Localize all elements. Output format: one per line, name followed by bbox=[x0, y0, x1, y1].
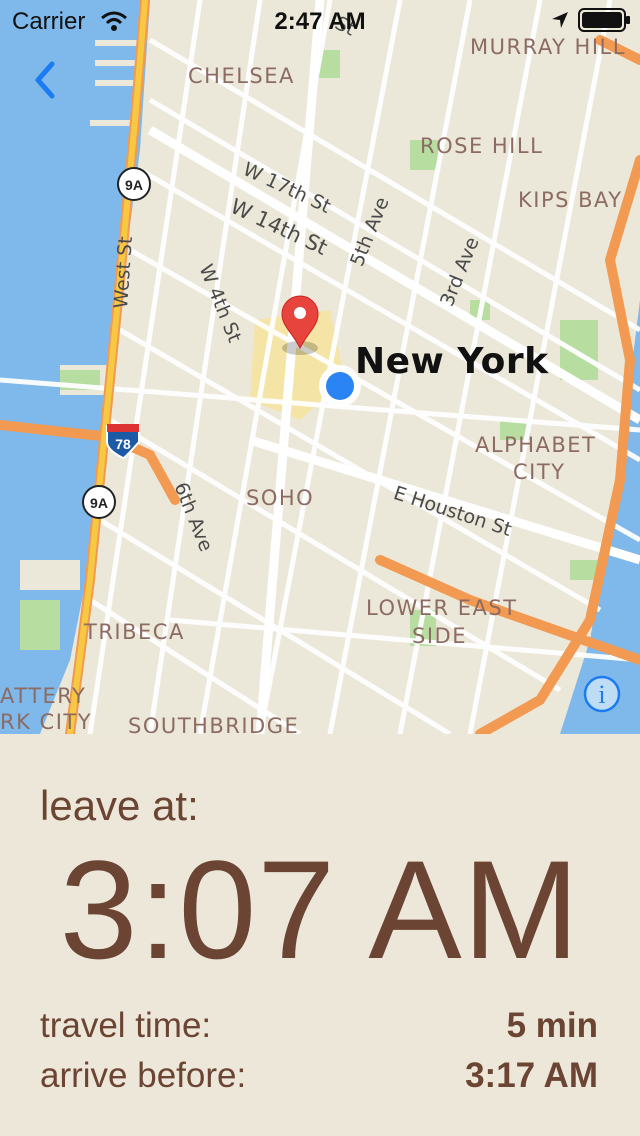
map-label-kips-bay: KIPS BAY bbox=[518, 188, 623, 212]
travel-time-value: 5 min bbox=[506, 1006, 598, 1045]
map-label-park-city: RK CITY bbox=[0, 710, 93, 734]
location-arrow-icon bbox=[552, 12, 568, 28]
map-label-city: CITY bbox=[513, 460, 566, 484]
back-button[interactable] bbox=[30, 58, 60, 102]
route-shield-9a-south-label: 9A bbox=[90, 495, 108, 511]
travel-time-label: travel time: bbox=[40, 1006, 212, 1045]
interstate-78-label: 78 bbox=[115, 436, 131, 452]
status-time: 2:47 AM bbox=[274, 8, 366, 35]
status-bar: Carrier 2:47 AM bbox=[0, 0, 640, 40]
map-label-rose-hill: ROSE HILL bbox=[420, 134, 544, 158]
map-view[interactable]: MURRAY HILL CHELSEA ROSE HILL KIPS BAY A… bbox=[0, 0, 640, 734]
route-shield-9a-north-label: 9A bbox=[125, 177, 143, 193]
city-label: New York bbox=[355, 341, 549, 382]
map-label-southbridge: SOUTHBRIDGE bbox=[128, 714, 300, 735]
route-shield-9a-south: 9A bbox=[82, 485, 116, 519]
leave-at-label: leave at: bbox=[40, 782, 199, 829]
map-label-lower-east: LOWER EAST bbox=[366, 596, 518, 620]
battery-icon bbox=[578, 8, 630, 32]
map-label-side: SIDE bbox=[412, 624, 467, 648]
leave-time: 3:07 AM bbox=[59, 831, 581, 988]
svg-text:i: i bbox=[598, 680, 605, 709]
map-label-battery: ATTERY bbox=[0, 684, 87, 708]
map-label-soho: SOHO bbox=[246, 486, 315, 510]
interstate-78-icon: 78 bbox=[106, 424, 140, 460]
map-label-tribeca: TRIBECA bbox=[84, 620, 185, 644]
map-label-murray-hill: MURRAY HILL bbox=[470, 35, 626, 59]
arrive-before-value: 3:17 AM bbox=[465, 1056, 598, 1095]
street-west-st: West St bbox=[110, 235, 137, 310]
map-pin-icon[interactable] bbox=[278, 292, 322, 362]
map-label-alphabet: ALPHABET bbox=[475, 433, 597, 457]
departure-panel: leave at: 3:07 AM travel time: 5 min arr… bbox=[0, 734, 640, 1136]
info-button[interactable]: i bbox=[582, 674, 622, 714]
map-label-chelsea: CHELSEA bbox=[188, 64, 295, 88]
route-shield-9a-north: 9A bbox=[117, 167, 151, 201]
arrive-before-label: arrive before: bbox=[40, 1056, 247, 1095]
